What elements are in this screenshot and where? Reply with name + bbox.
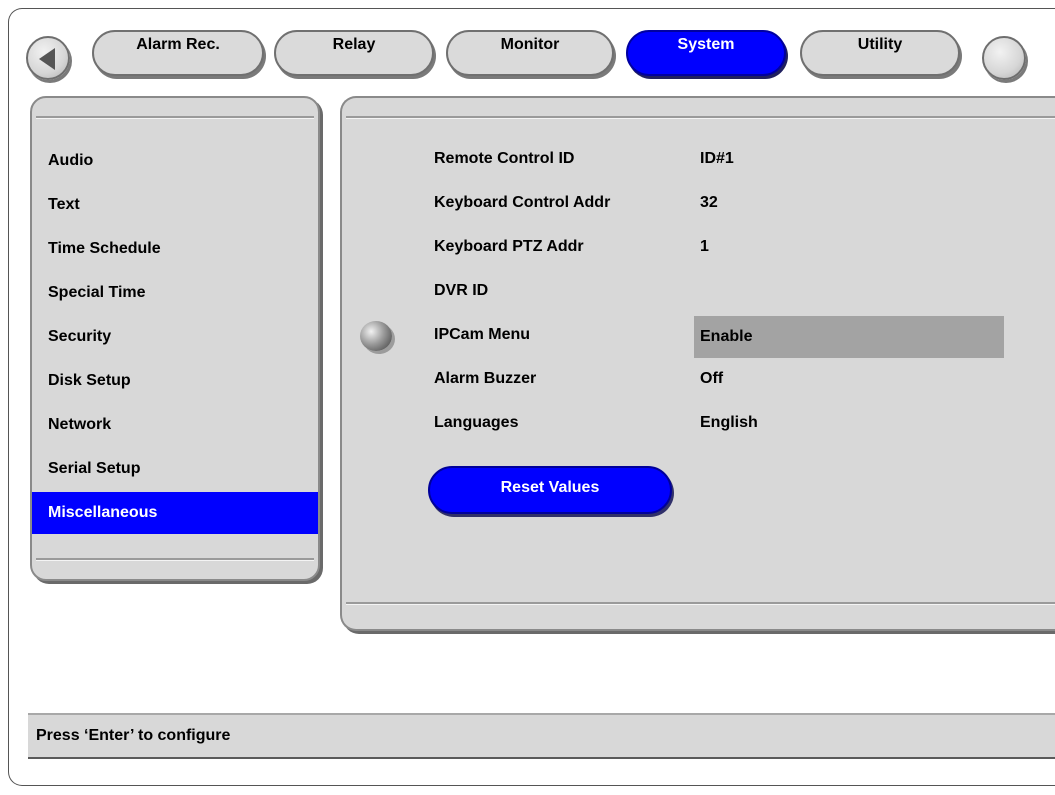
tab-alarm-rec[interactable]: Alarm Rec. — [92, 30, 264, 76]
status-text: Press ‘Enter’ to configure — [36, 727, 231, 744]
sidebar-item-label: Network — [48, 416, 112, 433]
setting-value-keyboard-ptz-addr[interactable]: 1 — [700, 238, 709, 256]
reset-values-button[interactable]: Reset Values — [428, 466, 672, 514]
setting-value-remote-control-id[interactable]: ID#1 — [700, 150, 734, 168]
tab-label: Monitor — [500, 36, 560, 53]
tab-label: Alarm Rec. — [136, 36, 220, 53]
setting-label-alarm-buzzer: Alarm Buzzer — [434, 370, 537, 387]
sidebar-item-disk-setup[interactable]: Disk Setup — [32, 360, 318, 402]
setting-value-alarm-buzzer[interactable]: Off — [700, 370, 723, 388]
setting-label-keyboard-ptz-addr: Keyboard PTZ Addr — [434, 238, 584, 255]
tab-monitor[interactable]: Monitor — [446, 30, 614, 76]
tab-utility[interactable]: Utility — [800, 30, 960, 76]
setting-value-ipcam-menu[interactable]: Enable — [694, 316, 1004, 358]
sidebar-item-text[interactable]: Text — [32, 184, 318, 226]
sidebar-item-label: Disk Setup — [48, 372, 131, 389]
sidebar-item-audio[interactable]: Audio — [32, 140, 318, 182]
tab-label: System — [677, 36, 735, 53]
tab-relay[interactable]: Relay — [274, 30, 434, 76]
sidebar-item-special-time[interactable]: Special Time — [32, 272, 318, 314]
previous-page-button[interactable] — [26, 36, 70, 80]
setting-label-keyboard-control-addr: Keyboard Control Addr — [434, 194, 611, 211]
sidebar-item-label: Audio — [48, 152, 94, 169]
setting-label-ipcam-menu: IPCam Menu — [434, 326, 531, 343]
sidebar-item-time-schedule[interactable]: Time Schedule — [32, 228, 318, 270]
sidebar-item-serial-setup[interactable]: Serial Setup — [32, 448, 318, 490]
sidebar-item-label: Text — [48, 196, 80, 213]
tab-system[interactable]: System — [626, 30, 786, 76]
sidebar-item-label: Security — [48, 328, 112, 345]
tab-label: Utility — [857, 36, 903, 53]
divider — [346, 602, 1055, 605]
sidebar-item-label: Time Schedule — [48, 240, 161, 257]
selection-ball-icon — [360, 321, 392, 351]
setting-label-dvr-id: DVR ID — [434, 282, 489, 299]
setting-label-languages: Languages — [434, 414, 519, 431]
tab-label: Relay — [332, 36, 376, 53]
status-bar: Press ‘Enter’ to configure — [28, 713, 1055, 759]
sidebar-panel: Audio Text Time Schedule Special Time Se… — [30, 96, 320, 581]
sidebar-item-security[interactable]: Security — [32, 316, 318, 358]
setting-value-languages[interactable]: English — [700, 414, 758, 432]
top-tab-bar: Alarm Rec. Relay Monitor System Utility — [0, 0, 1055, 90]
divider — [36, 558, 314, 561]
sidebar-item-label: Special Time — [48, 284, 146, 301]
divider — [36, 116, 314, 119]
divider — [346, 116, 1055, 119]
next-page-button[interactable] — [982, 36, 1026, 80]
sidebar-item-label: Serial Setup — [48, 460, 141, 477]
sidebar-item-label: Miscellaneous — [48, 504, 158, 521]
settings-panel: Remote Control ID ID#1 Keyboard Control … — [340, 96, 1055, 631]
sidebar-item-miscellaneous[interactable]: Miscellaneous — [32, 492, 318, 534]
setting-label-remote-control-id: Remote Control ID — [434, 150, 575, 167]
setting-value-keyboard-control-addr[interactable]: 32 — [700, 194, 718, 212]
sidebar-item-network[interactable]: Network — [32, 404, 318, 446]
arrow-left-icon — [39, 48, 55, 70]
